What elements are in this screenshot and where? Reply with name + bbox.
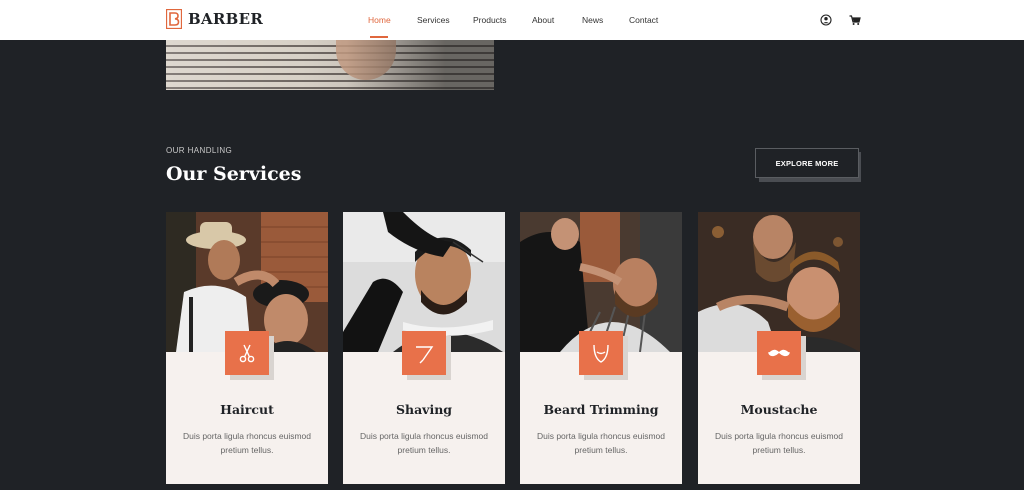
card-description: Duis porta ligula rhoncus euismod pretiu… (536, 431, 666, 455)
nav-active-indicator (370, 36, 388, 38)
brand-name: BARBER (188, 10, 264, 28)
card-title: Moustache (740, 402, 818, 417)
nav-home[interactable]: Home (368, 15, 391, 25)
card-title: Haircut (220, 402, 274, 417)
card-title: Beard Trimming (543, 402, 659, 417)
service-card-moustache[interactable]: Moustache Duis porta ligula rhoncus euis… (698, 212, 860, 484)
beard-trimming-badge (579, 331, 623, 375)
moustache-badge (757, 331, 801, 375)
card-title: Shaving (395, 402, 453, 417)
user-icon[interactable] (820, 14, 832, 26)
section-title: Our Services (166, 163, 302, 185)
beard-icon (593, 344, 609, 363)
hero-image (166, 40, 494, 90)
cart-icon[interactable] (849, 14, 861, 26)
razor-icon (416, 346, 434, 364)
nav-products[interactable]: Products (473, 15, 507, 25)
site-header: BARBER Home Services Products About News… (0, 0, 1024, 40)
haircut-badge (225, 331, 269, 375)
card-description: Duis porta ligula rhoncus euismod pretiu… (714, 431, 844, 455)
nav-news[interactable]: News (582, 15, 603, 25)
nav-services[interactable]: Services (417, 15, 450, 25)
section-eyebrow: OUR HANDLING (166, 146, 233, 155)
scissors-icon (239, 344, 255, 363)
card-description: Duis porta ligula rhoncus euismod pretiu… (359, 431, 489, 455)
moustache-icon (768, 349, 790, 357)
nav-contact[interactable]: Contact (629, 15, 658, 25)
brand-logo[interactable]: BARBER (166, 9, 263, 29)
service-card-shaving[interactable]: Shaving Duis porta ligula rhoncus euismo… (343, 212, 505, 484)
shaving-badge (402, 331, 446, 375)
service-card-haircut[interactable]: Haircut Duis porta ligula rhoncus euismo… (166, 212, 328, 484)
explore-more-button[interactable]: EXPLORE MORE (755, 148, 859, 178)
card-description: Duis porta ligula rhoncus euismod pretiu… (182, 431, 312, 455)
nav-about[interactable]: About (532, 15, 554, 25)
logo-b-icon (166, 9, 182, 29)
service-card-beard-trimming[interactable]: Beard Trimming Duis porta ligula rhoncus… (520, 212, 682, 484)
